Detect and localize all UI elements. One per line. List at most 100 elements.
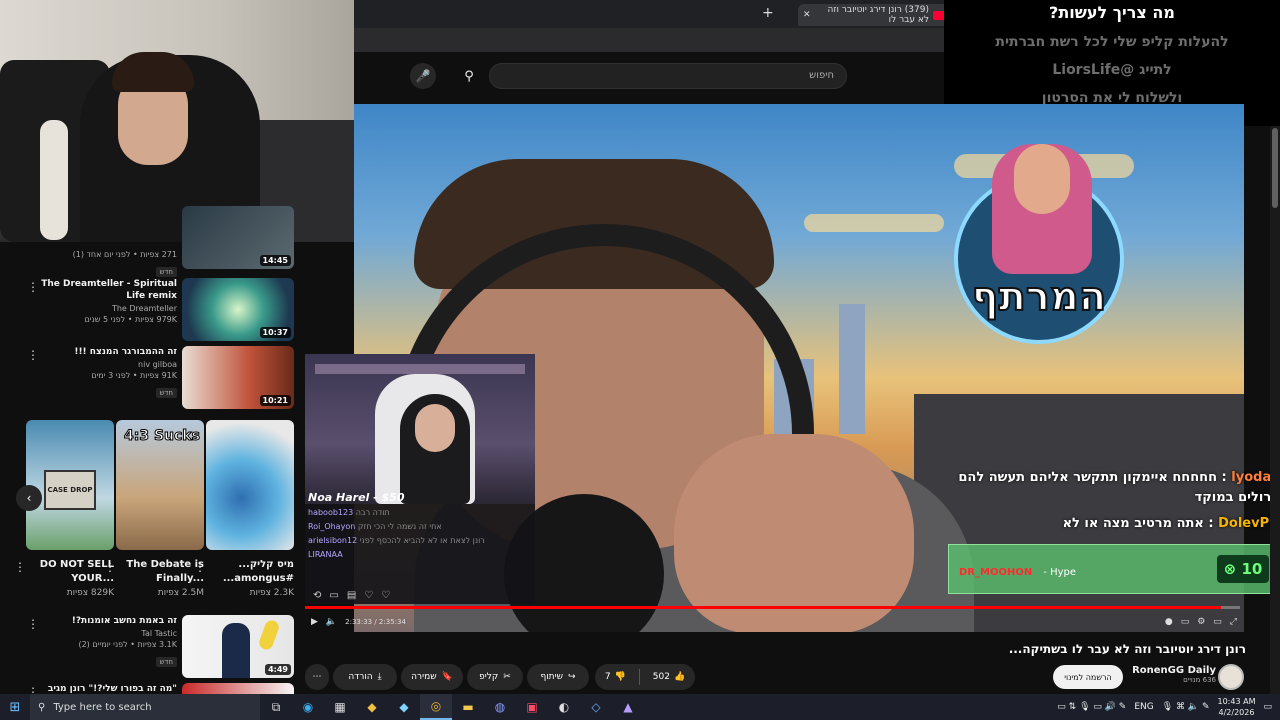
download-button[interactable]: ⤓ הורדה bbox=[333, 664, 397, 690]
chat-msg: אחי זה נשמה לי הכי חזק bbox=[357, 522, 442, 531]
video-thumbnail[interactable]: 4:49 bbox=[182, 615, 294, 678]
save-button[interactable]: 🔖 שמירה bbox=[401, 664, 463, 690]
channel-logo: המרתף bbox=[934, 144, 1144, 344]
more-options-icon[interactable]: ⋮ bbox=[27, 617, 39, 631]
channel-name[interactable]: Tal Tastic bbox=[40, 629, 177, 638]
new-badge: חדש bbox=[155, 267, 177, 277]
short-title[interactable]: מיס קליק... #amongus... bbox=[206, 558, 294, 586]
list-item[interactable]: 10:37 The Dreamteller - Spiritual Life r… bbox=[0, 278, 300, 342]
chat-line: LIRANAA bbox=[308, 548, 532, 562]
edge-icon[interactable]: ◉ bbox=[292, 694, 324, 720]
hype-label: - Hype bbox=[1043, 566, 1077, 578]
bookmark-icon: 🔖 bbox=[441, 672, 453, 682]
hype-train-banner: DR_MOOHON - Hype ⊗ 10 bbox=[948, 544, 1280, 594]
short-title[interactable]: The Debate is Finally... bbox=[116, 558, 204, 586]
duration-badge: 14:45 bbox=[259, 255, 291, 266]
channel-name[interactable]: niv gilboa bbox=[40, 360, 177, 369]
video-progress-bar[interactable] bbox=[305, 606, 1240, 609]
hype-count: ⊗ 10 bbox=[1217, 555, 1269, 583]
video-meta: 979K צפיות • לפני 5 שנים bbox=[84, 315, 177, 324]
clip-button[interactable]: ✂ קליפ bbox=[467, 664, 523, 690]
chat-msg: אתה מרטיב מצה או לא bbox=[1062, 516, 1204, 531]
short-views: 829K צפיות bbox=[66, 588, 114, 598]
time-display: 2:33:33 / 2:35:34 bbox=[345, 618, 406, 626]
channel-name[interactable]: The Dreamteller bbox=[40, 304, 177, 313]
chat-overlay-line: DolevPN : אתה מרטיב מצה או לא bbox=[1062, 516, 1280, 531]
search-input[interactable]: חיפוש bbox=[489, 63, 847, 89]
search-icon: ⚲ bbox=[38, 701, 46, 713]
store-icon[interactable]: ▦ bbox=[324, 694, 356, 720]
task-view-icon[interactable]: ⧉ bbox=[260, 694, 292, 720]
more-options-icon[interactable]: ⋮ bbox=[14, 560, 26, 574]
video-actions: 👍 502 👎 7 ↪ שיתוף ✂ קליפ 🔖 שמירה ⤓ הורדה ⋯ bbox=[305, 664, 1245, 692]
share-button[interactable]: ↪ שיתוף bbox=[527, 664, 589, 690]
page-scrollbar[interactable] bbox=[1270, 126, 1280, 694]
short-thumbnail[interactable]: CASE DROP bbox=[26, 420, 114, 550]
short-title[interactable]: DO NOT SELL YOUR... bbox=[26, 558, 114, 586]
list-item[interactable]: "מה זה בפורו שלי?!" רונן מגיב ⋮ bbox=[0, 683, 300, 694]
more-options-icon[interactable]: ⋮ bbox=[27, 685, 39, 694]
taskbar-search[interactable]: ⚲ Type here to search bbox=[30, 694, 260, 720]
like-button[interactable]: 👍 502 bbox=[645, 672, 693, 682]
short-views: 2.5M צפיות bbox=[157, 588, 204, 598]
list-item[interactable]: 10:21 זה ההמבורגר המנצח !!! niv gilboa 9… bbox=[0, 346, 300, 410]
search-icon[interactable]: ⚲ bbox=[455, 63, 483, 89]
app-icon[interactable]: ◆ bbox=[388, 694, 420, 720]
video-title: רונן דירג יוטיובר וזה לא עבר לו בשתיקה..… bbox=[1008, 642, 1246, 656]
new-tab-button[interactable]: + bbox=[762, 5, 774, 21]
video-meta: 3.1K צפיות • לפני יומיים (2) bbox=[78, 640, 177, 649]
more-actions-button[interactable]: ⋯ bbox=[305, 664, 329, 690]
short-thumbnail[interactable] bbox=[206, 420, 294, 550]
tray-icons[interactable]: ▭ ⇅ 🎙 ▭ 🔊 ✎ bbox=[1057, 702, 1126, 712]
obs-icon[interactable]: ◐ bbox=[548, 694, 580, 720]
video-title[interactable]: זה באמת נחשב אומנות?! bbox=[40, 615, 177, 627]
download-icon: ⤓ bbox=[377, 672, 382, 682]
language-indicator[interactable]: ENG bbox=[1134, 702, 1153, 712]
video-thumbnail[interactable] bbox=[182, 683, 294, 694]
more-options-icon[interactable]: ⋮ bbox=[27, 280, 39, 294]
logo-text: המרתף bbox=[971, 273, 1108, 321]
discord-icon[interactable]: ◍ bbox=[484, 694, 516, 720]
file-explorer-icon[interactable]: ▬ bbox=[452, 694, 484, 720]
video-title[interactable]: זה ההמבורגר המנצח !!! bbox=[40, 346, 177, 358]
chevron-left-icon[interactable]: ‹ bbox=[16, 485, 42, 511]
tab-close-icon[interactable]: ✕ bbox=[803, 10, 811, 20]
app-icon[interactable]: ▲ bbox=[612, 694, 644, 720]
new-badge: חדש bbox=[155, 388, 177, 398]
more-options-icon[interactable]: ⋮ bbox=[27, 348, 39, 362]
volume-icon[interactable]: 🔈 bbox=[326, 617, 337, 627]
player-controls: ▶ 🔈 2:33:33 / 2:35:34 ●▭⚙▭⤢ bbox=[305, 612, 1245, 632]
app-icon[interactable]: ◇ bbox=[580, 694, 612, 720]
system-tray: ▭ ⇅ 🎙 ▭ 🔊 ✎ ENG 🎙 ⌘ 🔈 ✎ 10:43 AM 4/2/202… bbox=[1057, 696, 1280, 718]
voice-search-icon[interactable]: 🎤 bbox=[410, 63, 436, 89]
short-thumbnail[interactable]: 4:3 Sucks bbox=[116, 420, 204, 550]
pip-toolbar[interactable]: ⟲▭▤♡♡ bbox=[313, 590, 398, 601]
video-thumbnail[interactable]: 14:45 bbox=[182, 206, 294, 269]
app-icon[interactable]: ▣ bbox=[516, 694, 548, 720]
duration-badge: 4:49 bbox=[265, 664, 291, 675]
play-icon[interactable]: ▶ bbox=[311, 617, 318, 627]
list-item[interactable]: 14:45 271 צפיות • לפני יום אחד (1) חדש bbox=[0, 206, 300, 277]
windows-taskbar: ⊞ ⚲ Type here to search ⧉ ◉ ▦ ◆ ◆ ◎ ▬ ◍ … bbox=[0, 694, 1280, 720]
windows-start-icon[interactable]: ⊞ bbox=[0, 694, 30, 720]
video-thumbnail[interactable]: 10:37 bbox=[182, 278, 294, 341]
chrome-icon[interactable]: ◎ bbox=[420, 694, 452, 720]
video-thumbnail[interactable]: 10:21 bbox=[182, 346, 294, 409]
player-settings-icons[interactable]: ●▭⚙▭⤢ bbox=[1165, 617, 1245, 627]
streamer-pip: Noa Harel - $50 haboob123 תודה רבה Roi_O… bbox=[305, 354, 535, 604]
chat-line: Roi_Ohayon אחי זה נשמה לי הכי חזק bbox=[308, 520, 532, 534]
dislike-button[interactable]: 👎 7 bbox=[597, 672, 634, 682]
chat-line: arielsibon12 רונן לצאת או לא להביא להכסף… bbox=[308, 534, 532, 548]
video-meta: 91K צפיות • לפני 3 ימים bbox=[91, 371, 177, 380]
tray-icons[interactable]: 🎙 ⌘ 🔈 ✎ bbox=[1162, 702, 1210, 712]
list-item[interactable]: 4:49 זה באמת נחשב אומנות?! Tal Tastic 3.… bbox=[0, 615, 300, 679]
clock[interactable]: 10:43 AM 4/2/2026 bbox=[1218, 696, 1256, 718]
app-icon[interactable]: ◆ bbox=[356, 694, 388, 720]
video-title[interactable]: The Dreamteller - Spiritual Life remix bbox=[40, 278, 177, 302]
chat-user: LIRANAA bbox=[308, 550, 343, 559]
notifications-icon[interactable]: ▭ bbox=[1263, 702, 1272, 712]
overlay-line: להעלות קליפ שלי לכל רשת חברתית bbox=[995, 34, 1229, 50]
browser-tab[interactable]: (379) רונן דירג יוטיובר וזה לא עבר לו ✕ bbox=[798, 4, 950, 26]
overlay-line: לתייג @LiorsLife bbox=[1052, 62, 1172, 78]
video-title[interactable]: "מה זה בפורו שלי?!" רונן מגיב bbox=[40, 683, 177, 694]
